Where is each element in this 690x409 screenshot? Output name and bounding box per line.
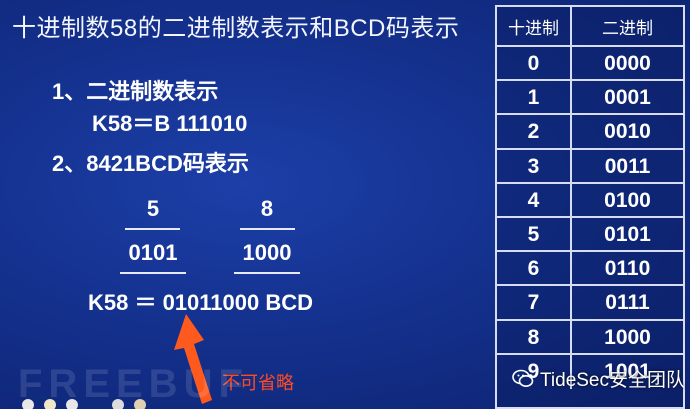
cell-binary: 0101 [604,223,651,247]
cell-decimal: 0 [497,47,572,82]
cell-binary: 0010 [604,120,651,144]
cell-binary: 0100 [604,188,651,212]
table-row: 3 0011 [497,147,683,184]
table-header: 十进制 二进制 [497,7,683,45]
bcd-eight: 1000 [242,240,292,265]
cell-decimal: 7 [497,286,572,321]
digit-five-underline [125,228,180,230]
step2-label: 2、8421BCD码表示 [52,151,249,176]
step1-label: 1、二进制数表示 [52,79,219,104]
cell-binary: 0110 [604,257,651,281]
cell-decimal: 2 [497,115,572,150]
cell-binary: 0111 [605,291,650,315]
cell-decimal: 4 [497,183,572,218]
cell-decimal: 5 [497,218,572,253]
bcd-five: 0101 [128,240,178,265]
wechat-icon [512,369,534,387]
cell-decimal: 1 [497,81,572,116]
table-row: 7 0111 [497,284,683,321]
cell-binary: 1000 [604,325,651,349]
slide-title: 十进制数58的二进制数表示和BCD码表示 [12,15,460,42]
bcd-eight-underline [234,272,300,274]
digit-eight-underline [240,228,295,230]
cell-binary: 0001 [604,86,651,110]
digit-five: 5 [146,196,160,221]
table-row: 6 0110 [497,250,683,287]
table-row: 5 0101 [497,216,683,253]
brand-watermark: TideSec安全团队 [512,365,685,392]
cell-decimal: 6 [497,252,572,287]
bcd-five-underline [120,272,186,274]
table-row: 0 0000 [497,45,683,82]
table-row: 8 1000 [497,318,683,355]
table-row: 1 0001 [497,79,683,116]
cell-binary: 0000 [604,52,651,76]
table-row: 2 0010 [497,113,683,150]
conversion-table: 十进制 二进制 0 0000 1 0001 2 0010 3 0011 4 0100 5 0101 6 011… [495,5,685,409]
cell-decimal: 3 [497,149,572,184]
cell-binary: 0011 [604,154,651,178]
header-binary: 二进制 [602,18,653,38]
digit-eight: 8 [260,196,274,221]
header-decimal: 十进制 [497,7,572,45]
brand-text: TideSec安全团队 [540,370,685,391]
step1-value: K58＝B 111010 [92,111,248,136]
table-row: 4 0100 [497,181,683,218]
decorative-dots [22,399,146,409]
cell-decimal: 8 [497,320,572,355]
